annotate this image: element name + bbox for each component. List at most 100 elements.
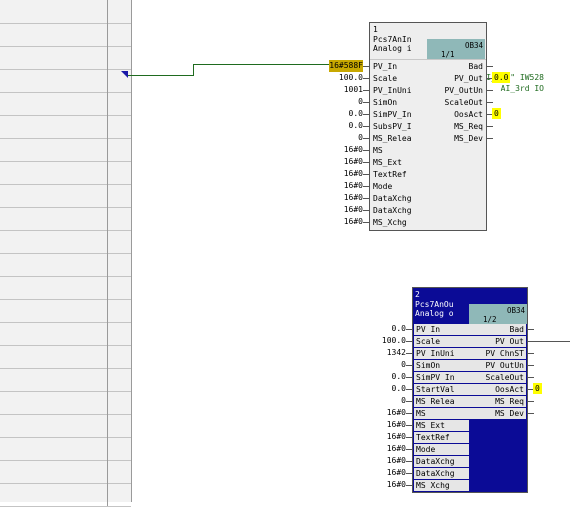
input-pin-value[interactable]: 0 bbox=[303, 132, 363, 144]
input-pin-label[interactable]: PV_In bbox=[373, 61, 397, 73]
input-pin-value[interactable]: 1001 bbox=[303, 84, 363, 96]
address-row[interactable] bbox=[0, 161, 131, 185]
input-pin-value[interactable]: 16#0 bbox=[346, 431, 406, 443]
input-pin-line bbox=[406, 365, 412, 366]
input-pin-value[interactable]: 16#0 bbox=[346, 455, 406, 467]
block-pcs7anin[interactable]: 1 Pcs7AnIn Analog i OB34 1/1 PV_In Scale P… bbox=[369, 22, 487, 231]
input-pin-label[interactable]: MS_Ext bbox=[373, 157, 402, 169]
input-pin-value[interactable]: 0.0 bbox=[346, 371, 406, 383]
address-row[interactable] bbox=[0, 115, 131, 139]
input-pin-label[interactable]: DataXchg bbox=[373, 193, 412, 205]
address-row[interactable] bbox=[0, 253, 131, 277]
input-pin-label[interactable]: StartVal bbox=[414, 384, 469, 396]
input-pin-value[interactable]: 100.0 bbox=[303, 72, 363, 84]
address-row[interactable] bbox=[0, 92, 131, 116]
address-row[interactable] bbox=[0, 46, 131, 70]
output-pin-label[interactable]: PV ChnST bbox=[466, 348, 526, 360]
input-pin-value[interactable]: 16#0 bbox=[346, 443, 406, 455]
address-row[interactable] bbox=[0, 391, 131, 415]
connection-wire[interactable] bbox=[128, 75, 193, 76]
input-pin-label[interactable]: MS Relea bbox=[414, 396, 469, 408]
address-row[interactable] bbox=[0, 322, 131, 346]
input-pin-label[interactable]: SimOn bbox=[373, 97, 397, 109]
input-pin-label[interactable]: Scale bbox=[414, 336, 469, 348]
output-pin-label[interactable]: Bad bbox=[469, 61, 483, 73]
input-pin-label[interactable]: PV_InUni bbox=[373, 85, 412, 97]
input-pin-label[interactable]: Mode bbox=[373, 181, 392, 193]
output-pin-label[interactable]: OosAct bbox=[454, 109, 483, 121]
address-row[interactable] bbox=[0, 368, 131, 392]
input-pin-value[interactable]: 16#0 bbox=[346, 479, 406, 491]
input-pin-label[interactable]: PV In bbox=[414, 324, 469, 336]
output-pin-label[interactable]: OosAct bbox=[466, 384, 526, 396]
input-pin-value[interactable]: 100.0 bbox=[346, 335, 406, 347]
address-row[interactable] bbox=[0, 0, 131, 24]
input-pin-label[interactable]: DataXchg bbox=[373, 205, 412, 217]
address-row[interactable] bbox=[0, 460, 131, 484]
output-pin-label[interactable]: PV OutUn bbox=[466, 360, 526, 372]
input-pin-label[interactable]: MS_Relea bbox=[373, 133, 412, 145]
input-pin-value[interactable]: 0.0 bbox=[303, 108, 363, 120]
address-row[interactable] bbox=[0, 138, 131, 162]
input-pin-value[interactable]: 0 bbox=[346, 395, 406, 407]
input-pin-value[interactable]: 16#0 bbox=[346, 467, 406, 479]
input-pin-label[interactable]: SimPV_In bbox=[373, 109, 412, 121]
input-pin-value[interactable]: 16#0 bbox=[303, 204, 363, 216]
output-pin-value[interactable]: 0 bbox=[533, 383, 542, 394]
output-pin-label[interactable]: Bad bbox=[466, 324, 526, 336]
input-pin-value[interactable]: 1342 bbox=[346, 347, 406, 359]
address-row[interactable] bbox=[0, 414, 131, 438]
input-pin-label[interactable]: SubsPV_I bbox=[373, 121, 412, 133]
address-row[interactable] bbox=[0, 184, 131, 208]
output-pin-label[interactable]: MS_Dev bbox=[454, 133, 483, 145]
input-pin-value[interactable]: 16#0 bbox=[303, 144, 363, 156]
input-pin-value[interactable]: 16#0 bbox=[303, 180, 363, 192]
input-pin-value[interactable]: 16#0 bbox=[346, 419, 406, 431]
output-pin-label[interactable]: MS Dev bbox=[466, 408, 526, 420]
input-pin-value[interactable]: 16#0 bbox=[303, 192, 363, 204]
address-row[interactable] bbox=[0, 23, 131, 47]
address-row[interactable] bbox=[0, 69, 131, 93]
output-pin-label[interactable]: MS_Req bbox=[454, 121, 483, 133]
output-pin-label[interactable]: PV_Out bbox=[454, 73, 483, 85]
address-row[interactable] bbox=[0, 437, 131, 461]
input-pin-value[interactable]: 0.0 bbox=[346, 323, 406, 335]
input-pin-value[interactable]: 16#0 bbox=[303, 216, 363, 228]
output-pin-label[interactable]: PV_OutUn bbox=[444, 85, 483, 97]
output-pin-value[interactable]: 0.0 bbox=[492, 72, 511, 83]
input-pin-label[interactable]: TextRef bbox=[414, 432, 469, 444]
input-pin-value[interactable]: 0.0 bbox=[346, 383, 406, 395]
input-pin-label[interactable]: PV InUni bbox=[414, 348, 469, 360]
address-row[interactable] bbox=[0, 299, 131, 323]
input-pin-label[interactable]: MS Ext bbox=[414, 420, 469, 432]
output-pin-label[interactable]: ScaleOut bbox=[444, 97, 483, 109]
input-pin-value[interactable]: 16#0 bbox=[303, 156, 363, 168]
output-pin-label[interactable]: PV Out bbox=[466, 336, 526, 348]
input-pin-value[interactable]: 0 bbox=[303, 96, 363, 108]
output-pin-label[interactable]: ScaleOut bbox=[466, 372, 526, 384]
input-pin-value[interactable]: 0.0 bbox=[303, 120, 363, 132]
block-pcs7anou[interactable]: 2 Pcs7AnOu Analog o OB34 1/2 PV In Scale P… bbox=[412, 287, 528, 493]
input-pin-label[interactable]: SimPV In bbox=[414, 372, 469, 384]
address-row[interactable] bbox=[0, 345, 131, 369]
input-pin-label[interactable]: DataXchg bbox=[414, 468, 469, 480]
input-pin-value[interactable]: 16#0 bbox=[303, 168, 363, 180]
input-pin-label[interactable]: MS bbox=[414, 408, 469, 420]
input-pin-label[interactable]: MS_Xchg bbox=[373, 217, 407, 229]
address-row[interactable] bbox=[0, 276, 131, 300]
input-pin-label[interactable]: Mode bbox=[414, 444, 469, 456]
address-row[interactable] bbox=[0, 483, 131, 507]
input-pin-label[interactable]: MS Xchg bbox=[414, 480, 469, 492]
input-pin-label[interactable]: TextRef bbox=[373, 169, 407, 181]
input-pin-value[interactable]: 16#588F bbox=[329, 60, 363, 72]
input-pin-label[interactable]: SimOn bbox=[414, 360, 469, 372]
address-row[interactable] bbox=[0, 207, 131, 231]
input-pin-value[interactable]: 0 bbox=[346, 359, 406, 371]
input-pin-label[interactable]: MS bbox=[373, 145, 383, 157]
output-pin-value[interactable]: 0 bbox=[492, 108, 501, 119]
input-pin-label[interactable]: Scale bbox=[373, 73, 397, 85]
input-pin-label[interactable]: DataXchg bbox=[414, 456, 469, 468]
output-pin-label[interactable]: MS Req bbox=[466, 396, 526, 408]
input-pin-value[interactable]: 16#0 bbox=[346, 407, 406, 419]
address-row[interactable] bbox=[0, 230, 131, 254]
